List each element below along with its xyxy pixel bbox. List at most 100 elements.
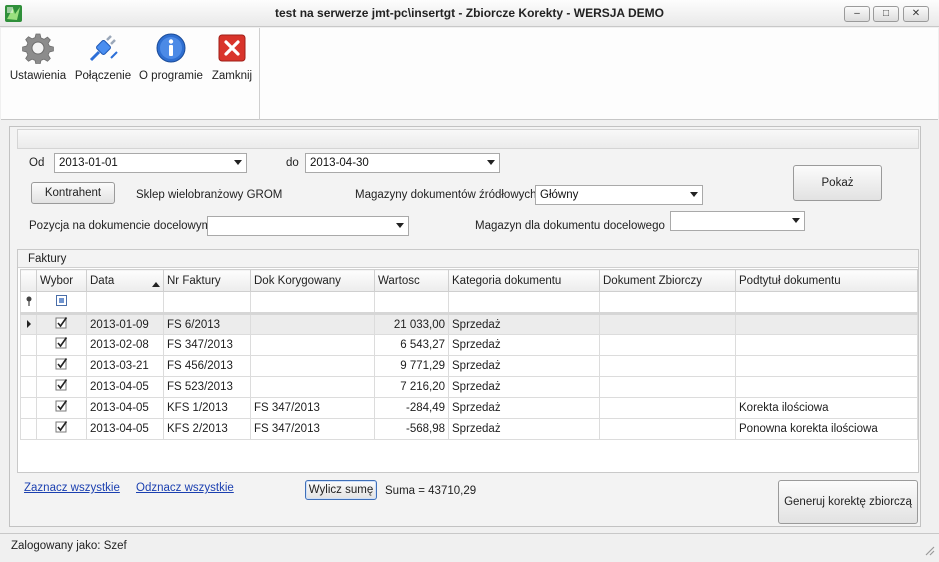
invoices-grid[interactable]: Wybor Data Nr Faktury Dok Korygowany War… xyxy=(20,269,918,440)
target-warehouse-select[interactable] xyxy=(670,211,805,231)
cell-category[interactable]: Sprzedaż xyxy=(448,355,600,377)
cell-subtitle[interactable] xyxy=(735,376,918,398)
cell-collective-doc[interactable] xyxy=(599,397,736,419)
cell-invoice-number[interactable]: FS 456/2013 xyxy=(163,355,251,377)
cell-date[interactable]: 2013-01-09 xyxy=(86,312,164,335)
cell-invoice-number[interactable]: FS 523/2013 xyxy=(163,376,251,398)
cell-collective-doc[interactable] xyxy=(599,334,736,356)
filter-cell[interactable] xyxy=(163,291,251,314)
cell-value[interactable]: 21 033,00 xyxy=(374,312,449,335)
generate-collective-correction-button[interactable]: Generuj korektę zbiorczą xyxy=(778,480,918,524)
select-checkbox[interactable] xyxy=(36,334,87,356)
cell-collective-doc[interactable] xyxy=(599,355,736,377)
cell-date[interactable]: 2013-04-05 xyxy=(86,376,164,398)
cell-value[interactable]: 6 543,27 xyxy=(374,334,449,356)
filter-cell[interactable] xyxy=(448,291,600,314)
contractor-button[interactable]: Kontrahent xyxy=(31,182,115,204)
cell-subtitle[interactable]: Korekta ilościowa xyxy=(735,397,918,419)
table-row[interactable]: 2013-04-05 KFS 2/2013 FS 347/2013 -568,98 Sp… xyxy=(20,418,918,440)
cell-corrected-doc[interactable] xyxy=(250,312,375,335)
calculate-sum-button[interactable]: Wylicz sumę xyxy=(305,480,377,500)
cell-collective-doc[interactable] xyxy=(599,418,736,440)
cell-corrected-doc[interactable] xyxy=(250,334,375,356)
invoices-group-header: Faktury xyxy=(18,250,918,268)
cell-value[interactable]: 7 216,20 xyxy=(374,376,449,398)
to-date-picker[interactable]: 2013-04-30 xyxy=(305,153,500,173)
column-header-subtitle[interactable]: Podtytuł dokumentu xyxy=(735,269,918,292)
cell-invoice-number[interactable]: KFS 1/2013 xyxy=(163,397,251,419)
cell-invoice-number[interactable]: KFS 2/2013 xyxy=(163,418,251,440)
cell-subtitle[interactable]: Ponowna korekta ilościowa xyxy=(735,418,918,440)
settings-label: Ustawienia xyxy=(9,70,67,82)
show-button[interactable]: Pokaż xyxy=(793,165,882,201)
minimize-button[interactable]: – xyxy=(844,6,870,22)
chevron-down-icon xyxy=(487,160,495,165)
filter-select-cell[interactable] xyxy=(36,291,87,314)
cell-subtitle[interactable] xyxy=(735,312,918,335)
exit-label: Zamknij xyxy=(211,70,253,82)
column-header-date[interactable]: Data xyxy=(86,269,164,292)
cell-date[interactable]: 2013-03-21 xyxy=(86,355,164,377)
column-header-value[interactable]: Wartosc xyxy=(374,269,449,292)
cell-category[interactable]: Sprzedaż xyxy=(448,334,600,356)
logged-in-status: Zalogowany jako: Szef xyxy=(11,540,127,552)
sum-value: Suma = 43710,29 xyxy=(385,485,477,497)
cell-value[interactable]: 9 771,29 xyxy=(374,355,449,377)
select-checkbox[interactable] xyxy=(36,376,87,398)
cell-collective-doc[interactable] xyxy=(599,376,736,398)
cell-category[interactable]: Sprzedaż xyxy=(448,312,600,335)
select-checkbox[interactable] xyxy=(36,355,87,377)
cell-subtitle[interactable] xyxy=(735,355,918,377)
about-button[interactable]: O programie xyxy=(139,30,203,90)
cell-category[interactable]: Sprzedaż xyxy=(448,418,600,440)
cell-corrected-doc[interactable]: FS 347/2013 xyxy=(250,397,375,419)
from-date-picker[interactable]: 2013-01-01 xyxy=(54,153,247,173)
column-header-corrected-doc[interactable]: Dok Korygowany xyxy=(250,269,375,292)
column-header-collective-doc[interactable]: Dokument Zbiorczy xyxy=(599,269,736,292)
cell-corrected-doc[interactable] xyxy=(250,355,375,377)
auto-filter-row[interactable] xyxy=(20,291,918,314)
source-warehouses-select[interactable]: Główny xyxy=(535,185,703,205)
connection-button[interactable]: Połączenie xyxy=(73,30,133,90)
exit-button[interactable]: Zamknij xyxy=(208,30,256,90)
maximize-button[interactable]: □ xyxy=(873,6,899,22)
cell-category[interactable]: Sprzedaż xyxy=(448,376,600,398)
cell-collective-doc[interactable] xyxy=(599,312,736,335)
select-checkbox[interactable] xyxy=(36,312,87,335)
cell-subtitle[interactable] xyxy=(735,334,918,356)
table-row[interactable]: 2013-04-05 KFS 1/2013 FS 347/2013 -284,49 Sp… xyxy=(20,397,918,419)
cell-value[interactable]: -568,98 xyxy=(374,418,449,440)
cell-invoice-number[interactable]: FS 6/2013 xyxy=(163,312,251,335)
filter-cell[interactable] xyxy=(250,291,375,314)
table-row[interactable]: 2013-04-05 FS 523/2013 7 216,20 Sprzedaż xyxy=(20,376,918,398)
close-window-button[interactable]: ✕ xyxy=(903,6,929,22)
chevron-down-icon xyxy=(792,218,800,223)
table-row[interactable]: 2013-01-09 FS 6/2013 21 033,00 Sprzedaż xyxy=(20,312,918,335)
cell-invoice-number[interactable]: FS 347/2013 xyxy=(163,334,251,356)
resize-grip-icon[interactable] xyxy=(923,544,935,559)
column-header-invoice-number[interactable]: Nr Faktury xyxy=(163,269,251,292)
column-header-select[interactable]: Wybor xyxy=(36,269,87,292)
cell-date[interactable]: 2013-02-08 xyxy=(86,334,164,356)
cell-corrected-doc[interactable] xyxy=(250,376,375,398)
cell-value[interactable]: -284,49 xyxy=(374,397,449,419)
table-row[interactable]: 2013-02-08 FS 347/2013 6 543,27 Sprzedaż xyxy=(20,334,918,356)
target-warehouse-label: Magazyn dla dokumentu docelowego xyxy=(475,220,665,232)
deselect-all-link[interactable]: Odznacz wszystkie xyxy=(136,482,234,494)
cell-corrected-doc[interactable]: FS 347/2013 xyxy=(250,418,375,440)
cell-date[interactable]: 2013-04-05 xyxy=(86,418,164,440)
cell-category[interactable]: Sprzedaż xyxy=(448,397,600,419)
filter-cell[interactable] xyxy=(735,291,918,314)
table-row[interactable]: 2013-03-21 FS 456/2013 9 771,29 Sprzedaż xyxy=(20,355,918,377)
filter-cell[interactable] xyxy=(86,291,164,314)
settings-button[interactable]: Ustawienia xyxy=(8,30,68,90)
select-checkbox[interactable] xyxy=(36,418,87,440)
checkbox-checked-icon xyxy=(55,421,68,433)
select-all-link[interactable]: Zaznacz wszystkie xyxy=(24,482,120,494)
column-header-category[interactable]: Kategoria dokumentu xyxy=(448,269,600,292)
target-position-select[interactable] xyxy=(207,216,409,236)
select-checkbox[interactable] xyxy=(36,397,87,419)
filter-cell[interactable] xyxy=(599,291,736,314)
cell-date[interactable]: 2013-04-05 xyxy=(86,397,164,419)
filter-cell[interactable] xyxy=(374,291,449,314)
